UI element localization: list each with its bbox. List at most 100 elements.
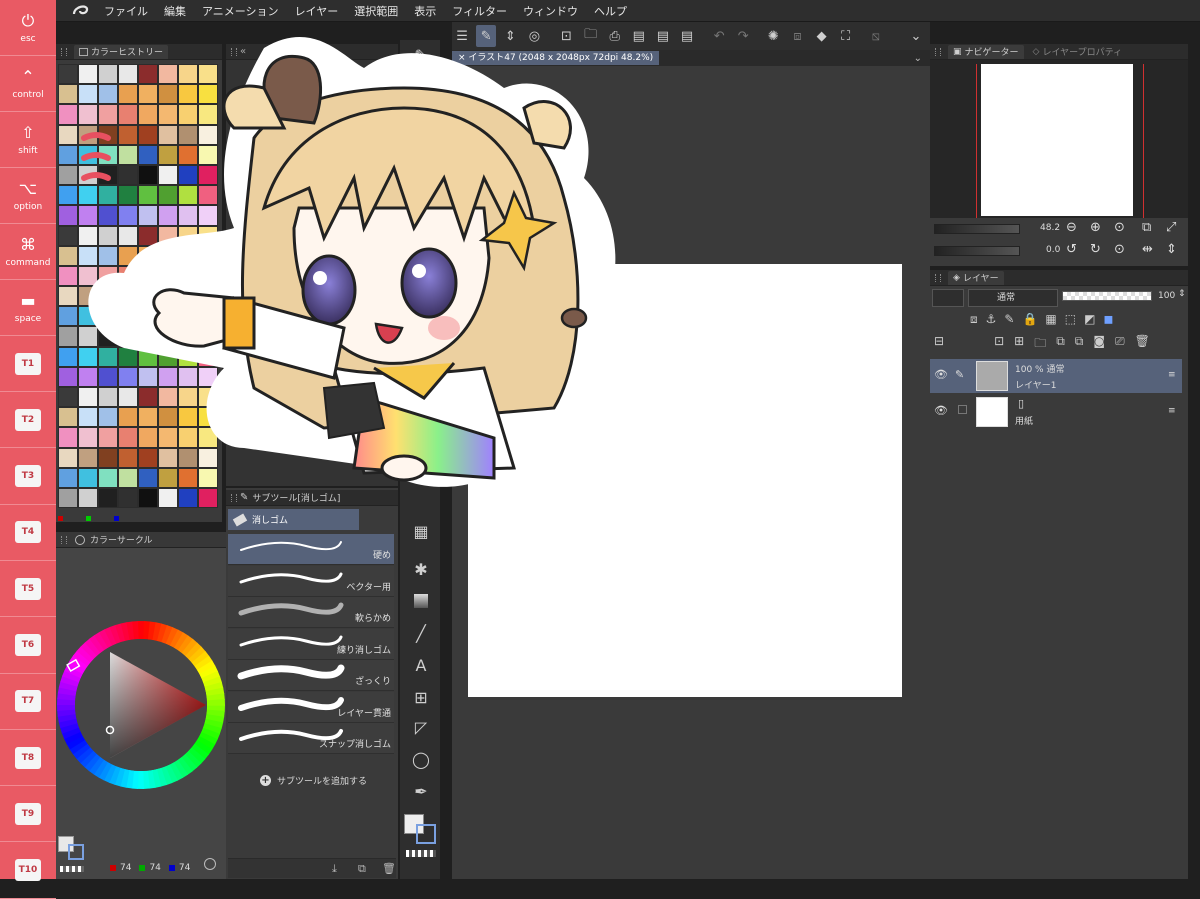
reset-rotation-icon[interactable]: ⊙ xyxy=(1114,242,1125,257)
fit-window-icon[interactable]: ⤢ xyxy=(1166,220,1176,235)
flip-vertical-icon[interactable]: ⇕ xyxy=(1166,242,1177,257)
transparent-color-swatch[interactable] xyxy=(60,866,84,872)
add-subtool-button[interactable]: + サブツールを追加する xyxy=(260,774,367,787)
redo-icon[interactable]: ↷ xyxy=(733,25,753,47)
tool-transparent-color[interactable] xyxy=(406,850,436,857)
line-tool-icon[interactable]: ╱ xyxy=(410,622,432,644)
clear-icon[interactable]: ⧈ xyxy=(787,25,807,47)
layer-row-paper[interactable] xyxy=(930,395,1182,429)
tab-navigator[interactable]: ナビゲーター xyxy=(965,45,1019,58)
color-swatch[interactable] xyxy=(58,427,78,448)
undo-icon[interactable]: ↶ xyxy=(709,25,729,47)
menu-item[interactable]: 編集 xyxy=(164,3,186,19)
tab-menu-icon[interactable]: ⌄ xyxy=(914,53,922,64)
duplicate-icon[interactable]: ⧉ xyxy=(358,862,366,876)
color-swatch[interactable] xyxy=(58,366,78,387)
subtool-item[interactable]: スナップ消しゴム xyxy=(228,723,394,754)
color-swatch[interactable] xyxy=(58,225,78,246)
color-swatch[interactable] xyxy=(58,124,78,145)
new-vector-layer-icon[interactable]: ⊞ xyxy=(1014,334,1024,352)
subtool-item[interactable]: ベクター用 xyxy=(228,565,394,597)
loading-icon[interactable]: ✺ xyxy=(763,25,783,47)
layer-color-icon[interactable]: ◼ xyxy=(1103,312,1113,330)
drag-handle-icon[interactable]: ≡ xyxy=(1168,406,1176,416)
drag-handle-icon[interactable]: ≡ xyxy=(1168,370,1176,380)
subtool-item[interactable]: レイヤー貫通 xyxy=(228,691,394,723)
key-control[interactable]: ⌃ control xyxy=(0,56,56,112)
subtool-item[interactable]: 硬め xyxy=(228,534,394,565)
tab-layer-property[interactable]: レイヤープロパティ xyxy=(1042,45,1122,58)
zoom-out-icon[interactable]: ⊖ xyxy=(1066,220,1077,235)
color-swatch[interactable] xyxy=(58,407,78,428)
tab-layer[interactable]: レイヤー xyxy=(963,271,999,284)
key-t7[interactable]: T7 xyxy=(0,674,56,730)
menu-item[interactable]: 選択範囲 xyxy=(354,3,398,19)
flip-horizontal-icon[interactable]: ⇹ xyxy=(1142,242,1153,257)
sub-color-swatch[interactable] xyxy=(68,844,84,860)
color-wheel[interactable] xyxy=(56,620,226,790)
frame-tool-icon[interactable]: ⊞ xyxy=(410,686,432,708)
menu-item[interactable]: アニメーション xyxy=(202,3,279,19)
zoom-slider[interactable] xyxy=(934,224,1020,234)
subtool-group-tab[interactable]: 消しゴム xyxy=(228,509,359,530)
zoom-in-icon[interactable]: ⊕ xyxy=(1090,220,1101,235)
menu-item[interactable]: ファイル xyxy=(104,3,148,19)
color-swatch[interactable] xyxy=(58,387,78,408)
color-mode-icon[interactable] xyxy=(204,858,216,870)
palette-color-icon[interactable]: ◩ xyxy=(1084,312,1095,330)
subtool-item[interactable]: ざっくり xyxy=(228,660,394,691)
menu-item[interactable]: ヘルプ xyxy=(594,3,627,19)
rotation-slider[interactable] xyxy=(934,246,1020,256)
key-space[interactable]: ▬ space xyxy=(0,280,56,336)
camera-icon[interactable]: ⎚ xyxy=(1115,334,1125,352)
rotate-left-icon[interactable]: ↺ xyxy=(1066,242,1077,257)
blend-mode-select[interactable]: 通常 xyxy=(968,289,1058,307)
text-tool-icon[interactable]: A xyxy=(410,654,432,676)
export-psd-icon[interactable]: ▤ xyxy=(677,25,697,47)
key-t8[interactable]: T8 xyxy=(0,730,56,787)
expand-command-bar-icon[interactable]: ⌄ xyxy=(906,25,926,47)
actual-size-icon[interactable]: ⧉ xyxy=(1142,220,1151,235)
layer-checkbox[interactable] xyxy=(958,405,967,414)
tool-sub-color[interactable] xyxy=(416,824,436,844)
menu-item[interactable]: フィルター xyxy=(452,3,507,19)
blend-tool-icon[interactable]: ✱ xyxy=(410,558,432,580)
key-t1[interactable]: T1 xyxy=(0,336,56,392)
merge-down-icon[interactable]: ⧉ xyxy=(1056,334,1065,352)
key-shift[interactable]: ⇧ shift xyxy=(0,112,56,168)
transfer-icon[interactable]: ⧉ xyxy=(1075,334,1084,352)
color-swatch[interactable] xyxy=(58,487,78,509)
new-folder-icon[interactable]: 🗀 xyxy=(1034,334,1046,352)
layer-panel-menu-icon[interactable]: ⊟ xyxy=(934,334,944,352)
subtool-item[interactable]: 練り消しゴム xyxy=(228,628,394,660)
menu-item[interactable]: 表示 xyxy=(414,3,436,19)
color-swatch[interactable] xyxy=(58,144,78,165)
color-swatch[interactable] xyxy=(58,185,78,206)
color-swatch[interactable] xyxy=(58,467,78,488)
color-swatch[interactable] xyxy=(58,346,78,367)
key-t9[interactable]: T9 xyxy=(0,786,56,843)
lock-icon[interactable]: 🔒 xyxy=(1022,312,1037,330)
tab-color-circle[interactable]: カラーサークル xyxy=(90,533,153,546)
draft-layer-icon[interactable]: ✎ xyxy=(1004,312,1014,330)
color-swatch[interactable] xyxy=(58,326,78,347)
color-swatch[interactable] xyxy=(58,265,78,287)
new-raster-layer-icon[interactable]: ⊡ xyxy=(994,334,1004,352)
color-swatch[interactable] xyxy=(58,447,78,468)
color-swatch[interactable] xyxy=(58,205,78,226)
color-swatch[interactable] xyxy=(58,306,78,327)
ruler-tool-icon[interactable]: ◸ xyxy=(410,716,432,738)
key-option[interactable]: ⌥ option xyxy=(0,168,56,224)
lock-transparency-icon[interactable]: ▦ xyxy=(1045,312,1056,330)
transform-icon[interactable]: ⛶ xyxy=(836,25,856,47)
import-icon[interactable]: ⤓ xyxy=(332,862,337,876)
color-swatch[interactable] xyxy=(58,64,78,85)
key-t6[interactable]: T6 xyxy=(0,618,56,674)
color-swatch[interactable] xyxy=(58,286,78,307)
menu-item[interactable]: ウィンドウ xyxy=(523,3,578,19)
clip-layer-icon[interactable]: ⧈ xyxy=(970,312,978,330)
deselect-icon[interactable]: ⧅ xyxy=(866,25,886,47)
key-t2[interactable]: T2 xyxy=(0,392,56,449)
color-swatch[interactable] xyxy=(58,245,78,266)
correction-tool-icon[interactable]: ✒ xyxy=(410,780,432,802)
